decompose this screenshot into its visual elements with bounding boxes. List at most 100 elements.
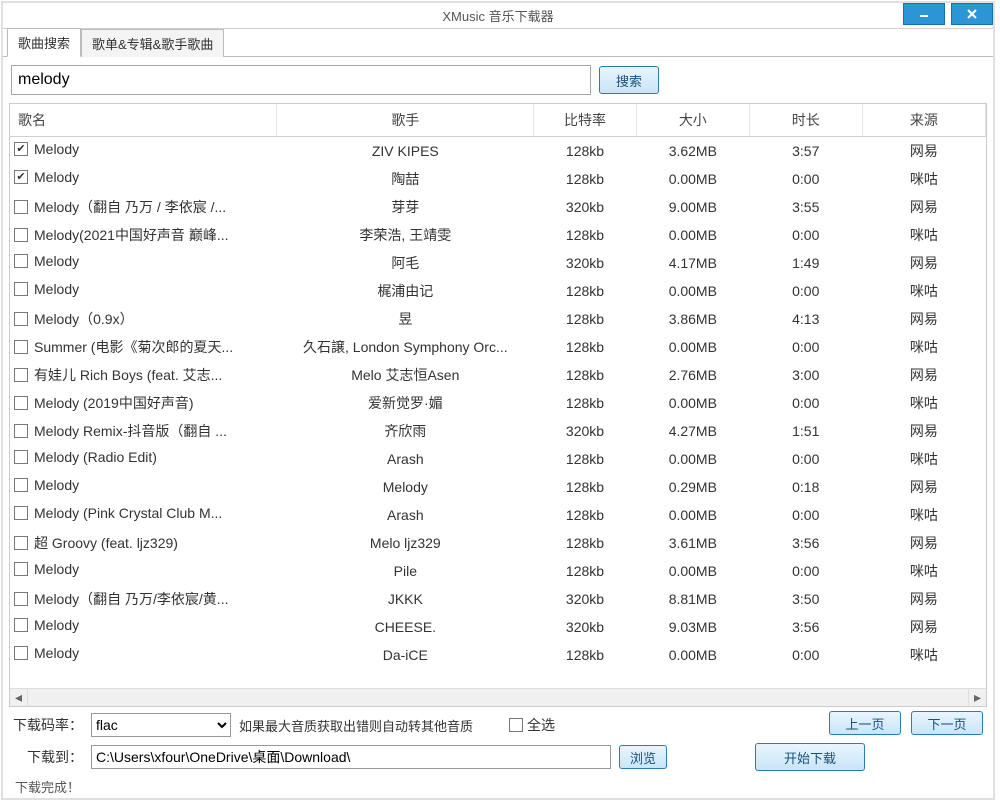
source-cell: 咪咕 (862, 333, 985, 361)
tab-playlist-album-artist[interactable]: 歌单&专辑&歌手歌曲 (81, 29, 224, 57)
artist-cell: Melo 艾志恒Asen (277, 361, 534, 389)
titlebar: XMusic 音乐下载器 (3, 3, 993, 29)
table-row[interactable]: 超 Groovy (feat. ljz329)Melo ljz329128kb3… (10, 529, 986, 557)
row-checkbox[interactable] (14, 200, 28, 214)
row-checkbox[interactable] (14, 282, 28, 296)
col-header-artist[interactable]: 歌手 (277, 104, 534, 137)
dest-path-input[interactable] (91, 745, 611, 769)
row-checkbox[interactable] (14, 592, 28, 606)
size-cell: 0.29MB (636, 473, 749, 501)
table-row[interactable]: MelodyCHEESE.320kb9.03MB3:56网易 (10, 613, 986, 641)
horizontal-scrollbar[interactable]: ◂ ▸ (10, 688, 986, 706)
row-checkbox[interactable] (14, 618, 28, 632)
table-row[interactable]: Melody阿毛320kb4.17MB1:49网易 (10, 249, 986, 277)
table-row[interactable]: MelodyPile128kb0.00MB0:00咪咕 (10, 557, 986, 585)
size-cell: 9.00MB (636, 193, 749, 221)
col-header-source[interactable]: 来源 (862, 104, 985, 137)
col-header-size[interactable]: 大小 (636, 104, 749, 137)
source-cell: 网易 (862, 305, 985, 333)
row-checkbox[interactable] (14, 478, 28, 492)
table-row[interactable]: Melody Remix-抖音版（翻自 ...齐欣雨320kb4.27MB1:5… (10, 417, 986, 445)
browse-button[interactable]: 浏览 (619, 745, 667, 769)
duration-cell: 3:56 (749, 613, 862, 641)
table-row[interactable]: Melody (2019中国好声音)爱新觉罗·媚128kb0.00MB0:00咪… (10, 389, 986, 417)
row-checkbox[interactable] (14, 646, 28, 660)
row-checkbox[interactable] (14, 170, 28, 184)
search-input[interactable] (11, 65, 591, 95)
source-cell: 网易 (862, 417, 985, 445)
row-checkbox[interactable] (14, 506, 28, 520)
source-cell: 网易 (862, 473, 985, 501)
table-row[interactable]: Melody (Pink Crystal Club M...Arash128kb… (10, 501, 986, 529)
bottom-panel: 上一页 下一页 下载码率： flac 如果最大音质获取出错则自动转其他音质 全选… (3, 707, 993, 798)
source-cell: 咪咕 (862, 557, 985, 585)
table-row[interactable]: Summer (电影《菊次郎的夏天...久石譲, London Symphony… (10, 333, 986, 361)
table-row[interactable]: 有娃儿 Rich Boys (feat. 艾志...Melo 艾志恒Asen12… (10, 361, 986, 389)
artist-cell: 齐欣雨 (277, 417, 534, 445)
scroll-right-icon[interactable]: ▸ (968, 689, 986, 707)
row-checkbox[interactable] (14, 254, 28, 268)
table-row[interactable]: MelodyDa-iCE128kb0.00MB0:00咪咕 (10, 641, 986, 669)
bitrate-cell: 128kb (534, 165, 637, 193)
row-checkbox[interactable] (14, 368, 28, 382)
checkbox-icon (509, 718, 523, 732)
source-cell: 网易 (862, 361, 985, 389)
song-name: Melody(2021中国好声音 巅峰... (34, 225, 229, 245)
table-row[interactable]: MelodyZIV KIPES128kb3.62MB3:57网易 (10, 137, 986, 166)
close-button[interactable] (951, 3, 993, 25)
bitrate-cell: 128kb (534, 333, 637, 361)
row-checkbox[interactable] (14, 142, 28, 156)
table-row[interactable]: MelodyMelody128kb0.29MB0:18网易 (10, 473, 986, 501)
duration-cell: 0:00 (749, 557, 862, 585)
song-name: Melody（翻自 乃万 / 李依宸 /... (34, 197, 226, 217)
row-checkbox[interactable] (14, 228, 28, 242)
search-button[interactable]: 搜索 (599, 66, 659, 94)
row-checkbox[interactable] (14, 424, 28, 438)
duration-cell: 0:00 (749, 277, 862, 305)
table-row[interactable]: Melody（翻自 乃万/李依宸/黄...JKKK320kb8.81MB3:50… (10, 585, 986, 613)
row-checkbox[interactable] (14, 536, 28, 550)
row-checkbox[interactable] (14, 340, 28, 354)
row-checkbox[interactable] (14, 562, 28, 576)
bitrate-cell: 128kb (534, 641, 637, 669)
row-checkbox[interactable] (14, 312, 28, 326)
bitrate-cell: 128kb (534, 445, 637, 473)
col-header-name[interactable]: 歌名 (10, 104, 277, 137)
artist-cell: Melo ljz329 (277, 529, 534, 557)
dest-label: 下载到： (11, 747, 83, 767)
duration-cell: 0:18 (749, 473, 862, 501)
row-checkbox[interactable] (14, 450, 28, 464)
window-title: XMusic 音乐下载器 (442, 6, 553, 25)
col-header-duration[interactable]: 时长 (749, 104, 862, 137)
results-scroll[interactable]: 歌名 歌手 比特率 大小 时长 来源 MelodyZIV KIPES128kb3… (10, 104, 986, 688)
artist-cell: Melody (277, 473, 534, 501)
next-page-button[interactable]: 下一页 (911, 711, 983, 735)
prev-page-button[interactable]: 上一页 (829, 711, 901, 735)
bitrate-cell: 128kb (534, 529, 637, 557)
minimize-button[interactable] (903, 3, 945, 25)
table-row[interactable]: Melody（0.9x）昱128kb3.86MB4:13网易 (10, 305, 986, 333)
song-name: Melody (2019中国好声音) (34, 393, 194, 413)
tab-song-search[interactable]: 歌曲搜索 (7, 28, 81, 57)
source-cell: 咪咕 (862, 641, 985, 669)
bitrate-select[interactable]: flac (91, 713, 231, 737)
artist-cell: Arash (277, 501, 534, 529)
bitrate-cell: 128kb (534, 221, 637, 249)
song-name: Summer (电影《菊次郎的夏天... (34, 337, 233, 357)
row-checkbox[interactable] (14, 396, 28, 410)
table-row[interactable]: Melody梶浦由记128kb0.00MB0:00咪咕 (10, 277, 986, 305)
col-header-bitrate[interactable]: 比特率 (534, 104, 637, 137)
source-cell: 网易 (862, 585, 985, 613)
table-row[interactable]: Melody (Radio Edit)Arash128kb0.00MB0:00咪… (10, 445, 986, 473)
size-cell: 0.00MB (636, 333, 749, 361)
duration-cell: 3:50 (749, 585, 862, 613)
select-all-checkbox[interactable]: 全选 (509, 715, 555, 735)
start-download-button[interactable]: 开始下载 (755, 743, 865, 771)
table-row[interactable]: Melody（翻自 乃万 / 李依宸 /...芽芽320kb9.00MB3:55… (10, 193, 986, 221)
size-cell: 0.00MB (636, 165, 749, 193)
scroll-left-icon[interactable]: ◂ (10, 689, 28, 707)
table-row[interactable]: Melody(2021中国好声音 巅峰...李荣浩, 王靖雯128kb0.00M… (10, 221, 986, 249)
size-cell: 9.03MB (636, 613, 749, 641)
table-row[interactable]: Melody陶喆128kb0.00MB0:00咪咕 (10, 165, 986, 193)
size-cell: 3.61MB (636, 529, 749, 557)
